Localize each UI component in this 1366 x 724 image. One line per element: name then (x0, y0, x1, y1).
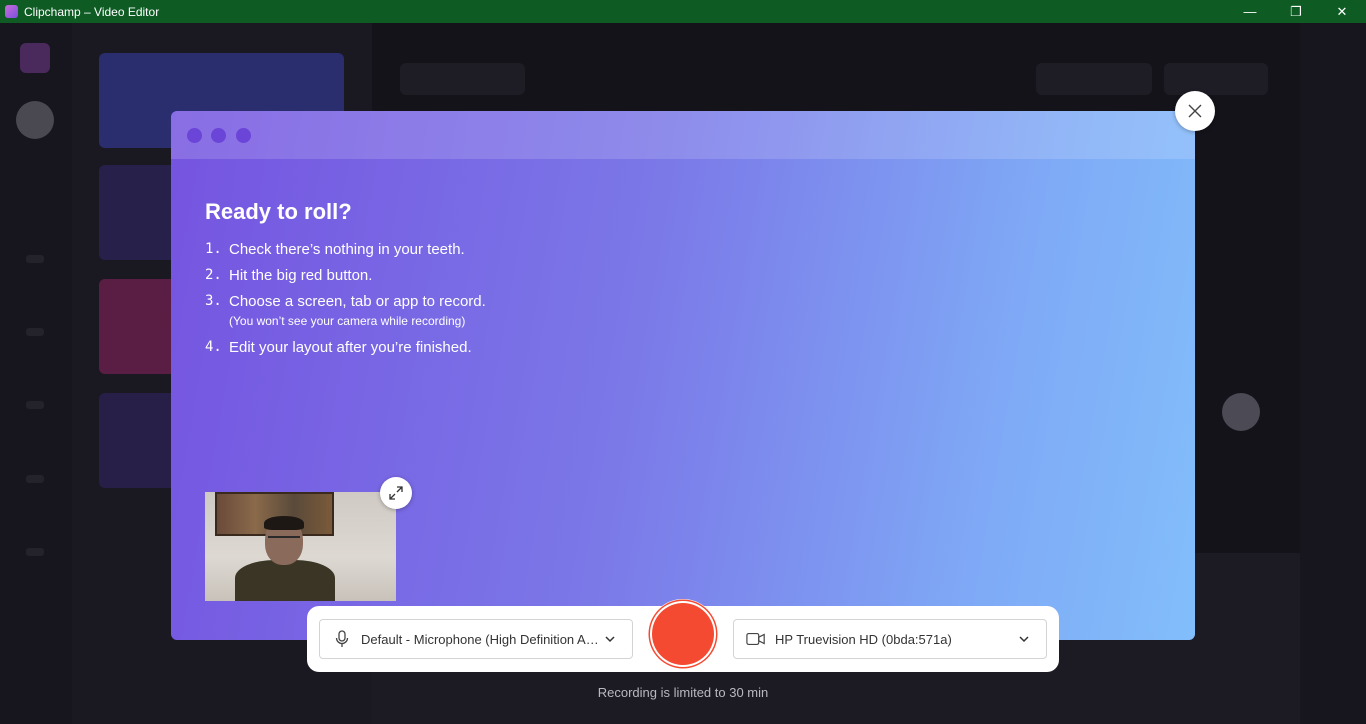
chevron-down-icon (605, 636, 615, 643)
maximize-button[interactable]: ❐ (1273, 0, 1319, 23)
background-upgrade-button (1036, 63, 1152, 95)
close-window-button[interactable]: ✕ (1319, 0, 1365, 23)
close-icon (1188, 104, 1202, 118)
modal-window-bar (171, 111, 1195, 159)
expand-icon (389, 486, 403, 500)
record-button-ring (648, 599, 718, 669)
recording-limit-text: Recording is limited to 30 min (597, 685, 769, 700)
chevron-down-icon (1019, 636, 1029, 643)
background-sidebar (0, 23, 72, 724)
expand-camera-button[interactable] (380, 477, 412, 509)
background-avatar (16, 101, 54, 139)
microphone-icon (332, 630, 352, 648)
recording-controls: Default - Microphone (High Definition Au… (307, 599, 1059, 672)
step-number: 3. (205, 293, 222, 309)
step-text: Check there’s nothing in your teeth. (229, 241, 465, 258)
video-camera-icon (746, 631, 766, 647)
instruction-list: 1. Check there’s nothing in your teeth. … (205, 241, 486, 365)
window-title: Clipchamp – Video Editor (24, 4, 160, 19)
background-export-button (1164, 63, 1268, 95)
background-nav-item (26, 475, 44, 483)
minimize-button[interactable]: — (1227, 0, 1273, 23)
window-dot (187, 128, 202, 143)
close-modal-button[interactable] (1175, 91, 1215, 131)
webcam-person-glasses (268, 536, 300, 544)
step-number: 2. (205, 267, 222, 283)
step-text: Choose a screen, tab or app to record. (229, 293, 486, 310)
instruction-step: 4. Edit your layout after you’re finishe… (205, 339, 486, 356)
microphone-value: Default - Microphone (High Definition Au… (361, 631, 601, 647)
step-text: Edit your layout after you’re finished. (229, 339, 472, 356)
step-number: 4. (205, 339, 222, 355)
window-titlebar: Clipchamp – Video Editor — ❐ ✕ (0, 0, 1366, 23)
webcam-person-hair (264, 516, 304, 530)
webcam-person-body (235, 560, 335, 601)
instruction-step: 2. Hit the big red button. (205, 267, 486, 284)
step-number: 1. (205, 241, 222, 257)
modal-heading: Ready to roll? (205, 199, 352, 224)
camera-select[interactable]: HP Truevision HD (0bda:571a) (733, 619, 1047, 659)
window-dot (211, 128, 226, 143)
instruction-step: 1. Check there’s nothing in your teeth. (205, 241, 486, 258)
instruction-step: 3. Choose a screen, tab or app to record… (205, 293, 486, 330)
clipchamp-logo-icon (5, 5, 18, 18)
record-button[interactable] (652, 603, 714, 665)
background-help-button (1222, 393, 1260, 431)
background-nav-item (26, 401, 44, 409)
background-nav-item (26, 548, 44, 556)
microphone-select[interactable]: Default - Microphone (High Definition Au… (319, 619, 633, 659)
webcam-preview[interactable] (205, 492, 396, 601)
step-text: Hit the big red button. (229, 267, 373, 284)
window-dot (236, 128, 251, 143)
background-project-name (400, 63, 525, 95)
camera-value: HP Truevision HD (0bda:571a) (775, 631, 952, 647)
background-nav-item (26, 328, 44, 336)
background-right-panel (1300, 23, 1366, 724)
step-note: (You won’t see your camera while recordi… (229, 314, 466, 328)
background-nav-item (26, 255, 44, 263)
background-logo (20, 43, 50, 73)
